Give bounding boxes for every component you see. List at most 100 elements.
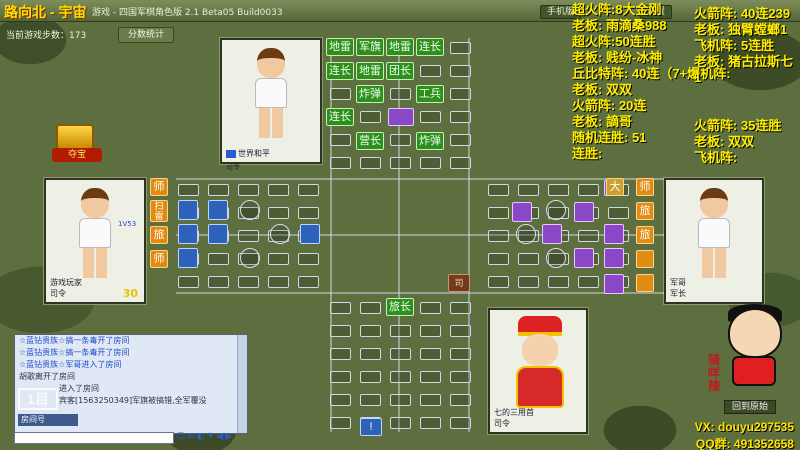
board-cell[interactable] [450,134,471,146]
board-cell[interactable] [208,253,229,265]
piece-top[interactable]: 军旗 [356,38,384,56]
piece-blue[interactable] [208,200,228,220]
piece-purple[interactable] [574,202,594,222]
board-cell[interactable] [330,134,351,146]
flag-marker[interactable]: ! [360,418,382,436]
board-cell[interactable] [578,230,599,242]
center-piece[interactable]: 司 [448,274,470,292]
board-cell[interactable] [548,184,569,196]
piece-right[interactable]: 大 [606,178,624,196]
board-cell[interactable] [238,184,259,196]
piece-purple[interactable] [604,274,624,294]
board-cell[interactable] [450,42,471,54]
board-cell[interactable] [578,276,599,288]
piece-blue[interactable] [178,224,198,244]
board-cell[interactable] [360,157,381,169]
piece-right-blank[interactable] [636,274,654,292]
piece-purple[interactable] [512,202,532,222]
board-cell[interactable] [488,230,509,242]
board-cell[interactable] [268,253,289,265]
piece-right[interactable]: 师 [636,178,654,196]
piece-top[interactable]: 连长 [416,38,444,56]
board-cell[interactable] [360,348,381,360]
board-cell[interactable] [420,348,441,360]
board-cell[interactable] [330,371,351,383]
board-cell[interactable] [238,276,259,288]
piece-right[interactable]: 旅 [636,202,654,220]
piece-top[interactable]: 连长 [326,108,354,126]
board-cell[interactable] [450,325,471,337]
board-cell[interactable] [450,394,471,406]
piece-top[interactable]: 炸弹 [356,85,384,103]
piece-top[interactable]: 地雷 [356,62,384,80]
piece-top[interactable]: 营长 [356,132,384,150]
board-cell[interactable] [390,325,411,337]
piece-right[interactable]: 旅 [636,226,654,244]
board-cell[interactable] [578,184,599,196]
board-cell[interactable] [518,184,539,196]
board-cell[interactable] [390,157,411,169]
board-cell[interactable] [298,276,319,288]
mascot-button[interactable]: 回到原始 [724,400,776,414]
board-cell[interactable] [298,253,319,265]
board-cell[interactable] [330,302,351,314]
piece-purple[interactable] [388,108,414,126]
board-cell[interactable] [240,248,260,268]
board-cell[interactable] [420,111,441,123]
chat-input[interactable] [14,432,174,444]
board-cell[interactable] [208,184,229,196]
board-cell[interactable] [420,157,441,169]
board-cell[interactable] [420,302,441,314]
piece-top[interactable]: 连长 [326,62,354,80]
board-cell[interactable] [546,248,566,268]
board-cell[interactable] [420,65,441,77]
board-cell[interactable] [420,371,441,383]
board-cell[interactable] [608,207,629,219]
board-cell[interactable] [178,276,199,288]
board-cell[interactable] [268,184,289,196]
board-cell[interactable] [450,302,471,314]
board-cell[interactable] [488,253,509,265]
board-cell[interactable] [518,276,539,288]
piece-left[interactable]: 师 [150,178,168,196]
board-cell[interactable] [450,111,471,123]
board-cell[interactable] [330,394,351,406]
board-cell[interactable] [330,348,351,360]
board-cell[interactable] [450,371,471,383]
board-cell[interactable] [390,348,411,360]
board-cell[interactable] [360,111,381,123]
board-cell[interactable] [330,157,351,169]
piece-left[interactable]: 师 [150,250,168,268]
board-cell[interactable] [450,88,471,100]
board-cell[interactable] [390,417,411,429]
board-cell[interactable] [450,417,471,429]
piece-purple[interactable] [574,248,594,268]
board-cell[interactable] [238,230,259,242]
board-cell[interactable] [298,184,319,196]
board-cell[interactable] [488,207,509,219]
board-cell[interactable] [420,394,441,406]
board-cell[interactable] [360,371,381,383]
piece-purple[interactable] [604,224,624,244]
board-cell[interactable] [516,224,536,244]
board-cell[interactable] [488,276,509,288]
board-cell[interactable] [330,88,351,100]
piece-top[interactable]: 团长 [386,62,414,80]
piece-top[interactable]: 地雷 [386,38,414,56]
board-cell[interactable] [360,394,381,406]
piece-left[interactable]: 旅 [150,226,168,244]
piece-purple[interactable] [542,224,562,244]
board-cell[interactable] [270,224,290,244]
board-cell[interactable] [390,394,411,406]
piece-blue[interactable] [178,200,198,220]
board-cell[interactable] [178,184,199,196]
piece-blue[interactable] [300,224,320,244]
board-cell[interactable] [450,348,471,360]
piece-blue[interactable] [208,224,228,244]
board-cell[interactable] [240,200,260,220]
chat-scrollbar[interactable] [237,335,247,433]
board-cell[interactable] [546,200,566,220]
piece-right-blank[interactable] [636,250,654,268]
bottom-piece[interactable]: 旅长 [386,298,414,316]
board-cell[interactable] [390,134,411,146]
